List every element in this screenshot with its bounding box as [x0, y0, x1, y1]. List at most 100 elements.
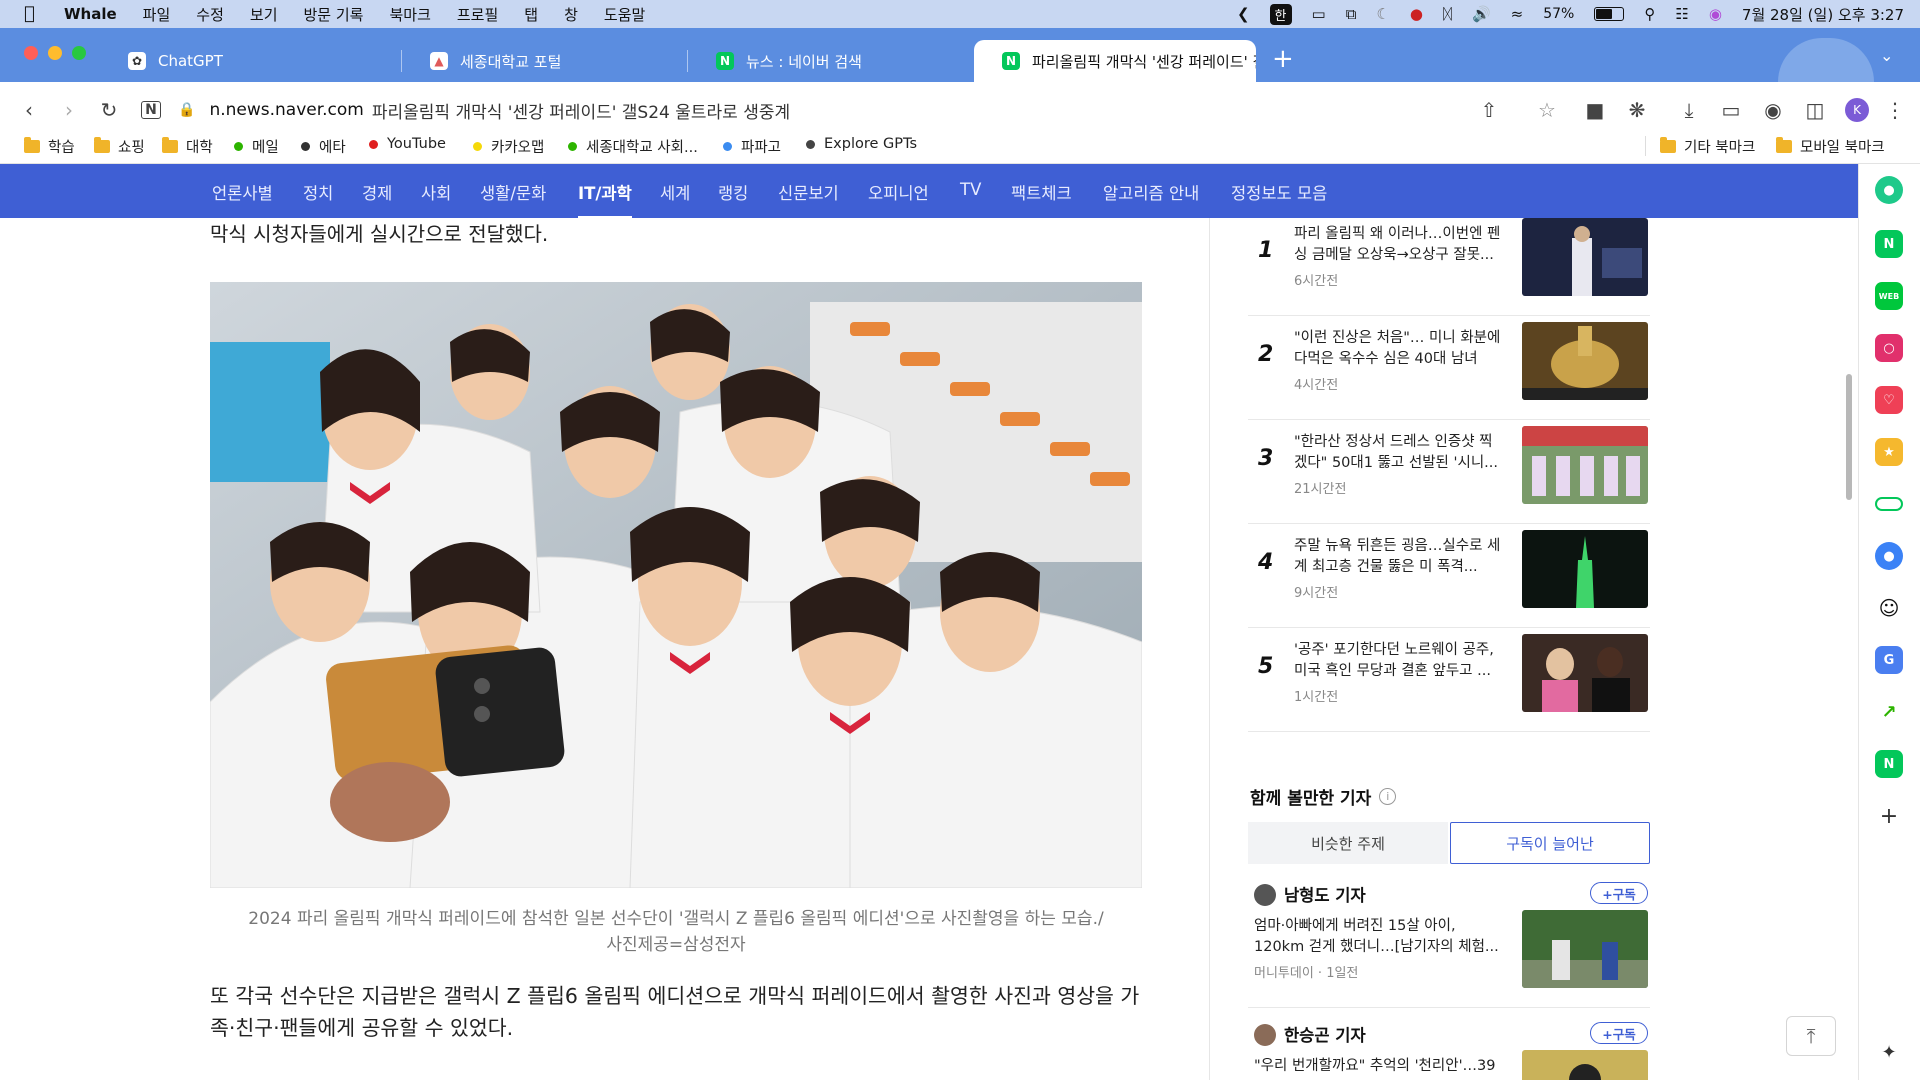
- nav-factcheck[interactable]: 팩트체크: [1011, 180, 1072, 204]
- subscribe-button[interactable]: +구독: [1590, 882, 1648, 904]
- tab-chatgpt[interactable]: ✿ ChatGPT: [100, 40, 402, 82]
- pin-icon[interactable]: ✦: [1875, 1038, 1903, 1066]
- map-pin-icon[interactable]: ●: [1875, 542, 1903, 570]
- rank-title[interactable]: "이런 진상은 처음"… 미니 화분에 다먹은 옥수수 심은 40대 남녀: [1294, 328, 1502, 370]
- rank-thumbnail[interactable]: [1522, 530, 1648, 608]
- rank-title[interactable]: "한라산 정상서 드레스 인증샷 찍겠다" 50대1 뚫고 선발된 '시니...: [1294, 432, 1502, 474]
- rank-title[interactable]: '공주' 포기한다던 노르웨이 공주, 미국 흑인 무당과 결혼 앞두고 ...: [1294, 640, 1502, 682]
- bookmark-folder-shopping[interactable]: 쇼핑: [94, 136, 145, 157]
- tab-active-article[interactable]: N 파리올림픽 개막식 '센강 퍼레이드' 갤: [974, 40, 1256, 82]
- nav-algorithm[interactable]: 알고리즘 안내: [1103, 180, 1199, 204]
- bookmark-kakaomap[interactable]: 카카오맵: [473, 136, 544, 157]
- reporter-article-thumbnail[interactable]: [1522, 910, 1648, 988]
- menubar-datetime[interactable]: 7월 28일 (일) 오후 3:27: [1742, 4, 1904, 25]
- info-icon[interactable]: i: [1379, 788, 1397, 805]
- tab-naver-search[interactable]: N 뉴스 : 네이버 검색: [688, 40, 974, 82]
- menu-file[interactable]: 파일: [143, 4, 171, 25]
- bookmark-papago[interactable]: 파파고: [723, 136, 781, 157]
- bookmark-other[interactable]: 기타 북마크: [1660, 136, 1755, 157]
- reporter-name[interactable]: 남형도 기자: [1284, 882, 1366, 906]
- nav-press[interactable]: 언론사별: [212, 180, 273, 204]
- plus-icon[interactable]: +: [1875, 802, 1903, 830]
- moon-icon[interactable]: ☾: [1376, 5, 1389, 23]
- translate-icon[interactable]: G: [1875, 646, 1903, 674]
- window-icon[interactable]: ⧉: [1346, 5, 1357, 23]
- bookmark-folder-college[interactable]: 대학: [162, 136, 213, 157]
- pocket-icon[interactable]: ♡: [1875, 386, 1903, 414]
- tab-sejong-portal[interactable]: ▲ 세종대학교 포털: [402, 40, 688, 82]
- ranking-item[interactable]: 1 파리 올림픽 왜 이러나…이번엔 펜싱 금메달 오상욱→오상구 잘못... …: [1248, 218, 1650, 316]
- siri-icon[interactable]: ◉: [1709, 5, 1722, 23]
- ranking-item[interactable]: 5 '공주' 포기한다던 노르웨이 공주, 미국 흑인 무당과 결혼 앞두고 .…: [1248, 632, 1650, 732]
- chevron-left-icon[interactable]: ❮: [1237, 5, 1250, 23]
- ranking-item[interactable]: 2 "이런 진상은 처음"… 미니 화분에 다먹은 옥수수 심은 40대 남녀 …: [1248, 320, 1650, 420]
- control-center-icon[interactable]: ☷: [1675, 5, 1688, 23]
- rank-title[interactable]: 주말 뉴욕 뒤흔든 굉음…실수로 세계 최고층 건물 뚫은 미 폭격...: [1294, 536, 1502, 578]
- reporter-article-title[interactable]: 엄마·아빠에게 버려진 15살 아이, 120km 걷게 했더니…[남기자의 체…: [1254, 916, 1504, 958]
- instagram-icon[interactable]: ○: [1875, 334, 1903, 362]
- bookmark-mail[interactable]: 메일: [234, 136, 279, 157]
- scroll-to-top-button[interactable]: ⤒: [1786, 1016, 1836, 1056]
- rank-thumbnail[interactable]: [1522, 322, 1648, 400]
- star-icon[interactable]: ★: [1875, 438, 1903, 466]
- bookmark-youtube[interactable]: YouTube: [369, 136, 446, 152]
- bluetooth-icon[interactable]: ᛞ: [1443, 5, 1452, 23]
- new-tab-button[interactable]: +: [1272, 44, 1294, 74]
- bookmark-everytime[interactable]: 에타: [301, 136, 346, 157]
- menu-app-name[interactable]: Whale: [64, 5, 117, 23]
- naver-n-icon[interactable]: N: [1875, 230, 1903, 258]
- bookmark-mobile[interactable]: 모바일 북마크: [1776, 136, 1885, 157]
- nav-opinion[interactable]: 오피니언: [868, 180, 929, 204]
- nav-society[interactable]: 사회: [421, 180, 451, 204]
- menu-tab[interactable]: 탭: [524, 4, 538, 25]
- chevron-down-icon[interactable]: ⌄: [1880, 46, 1893, 65]
- wifi-icon[interactable]: ≈: [1511, 5, 1524, 23]
- rank-thumbnail[interactable]: [1522, 634, 1648, 712]
- rank-thumbnail[interactable]: [1522, 426, 1648, 504]
- ranking-item[interactable]: 3 "한라산 정상서 드레스 인증샷 찍겠다" 50대1 뚫고 선발된 '시니.…: [1248, 424, 1650, 524]
- page-scrollbar[interactable]: [1846, 374, 1852, 500]
- green-bar-icon[interactable]: [1875, 497, 1903, 511]
- battery-icon[interactable]: [1594, 7, 1625, 21]
- webtoon-icon[interactable]: WEB: [1875, 282, 1903, 310]
- address-bar[interactable]: 🔒 n.news.naver.com 파리올림픽 개막식 '센강 퍼레이드' 갤…: [178, 92, 1548, 128]
- nav-tv[interactable]: TV: [960, 180, 981, 199]
- nav-ranking[interactable]: 랭킹: [718, 180, 748, 204]
- reporter-avatar[interactable]: [1254, 1024, 1276, 1046]
- reporter-card[interactable]: 한승곤 기자 +구독 "우리 번개할까요" 추억의 '천리안'…39: [1248, 1018, 1650, 1080]
- rank-title[interactable]: 파리 올림픽 왜 이러나…이번엔 펜싱 금메달 오상욱→오상구 잘못...: [1294, 224, 1502, 266]
- reporter-name[interactable]: 한승곤 기자: [1284, 1022, 1366, 1046]
- tab-subscriptions-rising[interactable]: 구독이 늘어난: [1450, 822, 1650, 864]
- smile-icon[interactable]: ☺: [1875, 594, 1903, 622]
- notification-icon[interactable]: ●: [1410, 5, 1423, 23]
- menu-edit[interactable]: 수정: [196, 4, 224, 25]
- subscribe-button[interactable]: +구독: [1590, 1022, 1648, 1044]
- input-method-indicator[interactable]: 한: [1269, 3, 1292, 25]
- naver-pay-icon[interactable]: N: [1875, 750, 1903, 778]
- display-icon[interactable]: ▭: [1312, 5, 1326, 23]
- nav-it-science[interactable]: IT/과학: [578, 180, 632, 219]
- menu-history[interactable]: 방문 기록: [304, 4, 364, 25]
- search-icon[interactable]: ⚲: [1644, 5, 1655, 23]
- nav-newspaper[interactable]: 신문보기: [778, 180, 839, 204]
- whale-green-icon[interactable]: ●: [1875, 176, 1903, 204]
- lock-icon[interactable]: 🔒: [178, 102, 195, 118]
- reporter-article-title[interactable]: "우리 번개할까요" 추억의 '천리안'…39: [1254, 1056, 1504, 1080]
- tab-similar-topic[interactable]: 비슷한 주제: [1248, 822, 1448, 864]
- window-zoom-button[interactable]: [72, 46, 86, 60]
- nav-life-culture[interactable]: 생활/문화: [480, 180, 546, 204]
- window-close-button[interactable]: [24, 46, 38, 60]
- whale-mascot-icon[interactable]: [1778, 38, 1874, 82]
- reporter-card[interactable]: 남형도 기자 +구독 엄마·아빠에게 버려진 15살 아이, 120km 걷게 …: [1248, 878, 1650, 1008]
- bookmark-folder-study[interactable]: 학습: [24, 136, 75, 157]
- nav-economy[interactable]: 경제: [362, 180, 392, 204]
- menu-view[interactable]: 보기: [250, 4, 278, 25]
- reporter-avatar[interactable]: [1254, 884, 1276, 906]
- bookmark-explore-gpts[interactable]: Explore GPTs: [806, 136, 917, 152]
- nav-world[interactable]: 세계: [660, 180, 690, 204]
- menu-bookmarks[interactable]: 북마크: [389, 4, 430, 25]
- article-photo[interactable]: [210, 282, 1142, 888]
- rank-thumbnail[interactable]: [1522, 218, 1648, 296]
- menu-profile[interactable]: 프로필: [457, 4, 498, 25]
- reporter-article-thumbnail[interactable]: [1522, 1050, 1648, 1080]
